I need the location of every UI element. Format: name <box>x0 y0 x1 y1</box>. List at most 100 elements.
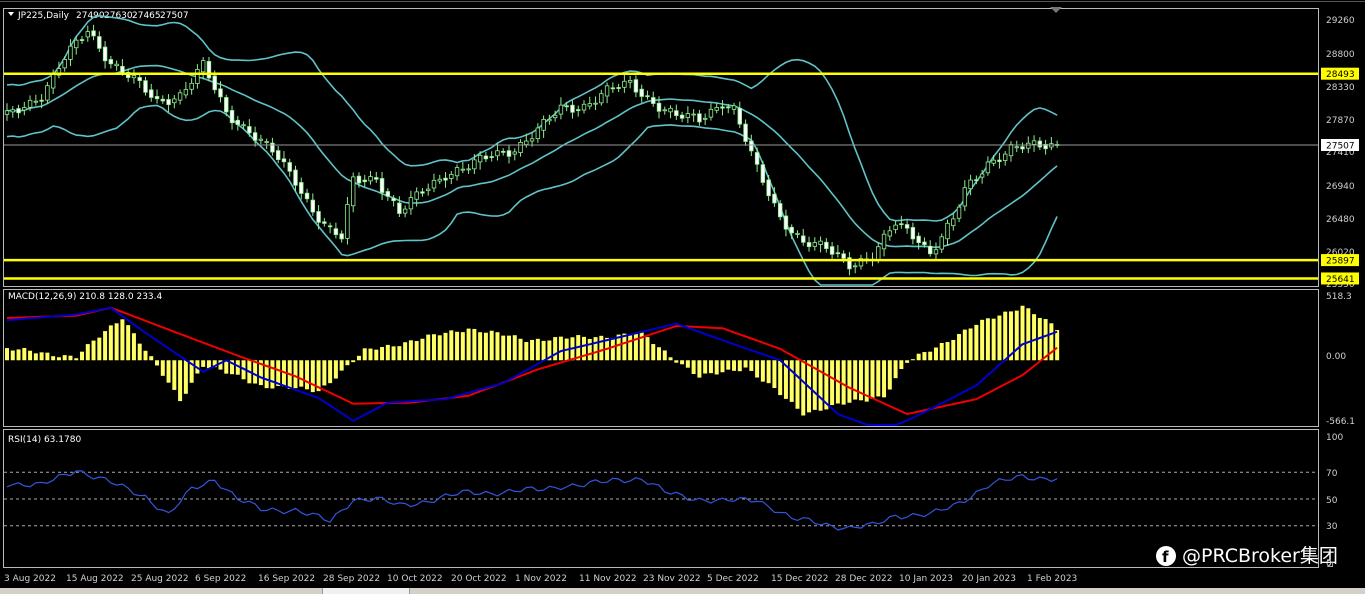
bull-candle-body <box>991 159 996 164</box>
bear-candle-body <box>997 159 1002 162</box>
macd-histogram-bar <box>10 350 15 361</box>
macd-histogram-bar <box>374 349 379 361</box>
macd-histogram-bar <box>206 360 211 369</box>
macd-histogram-bar <box>305 360 310 390</box>
bear-candle-body <box>829 246 835 255</box>
bull-candle-body <box>627 80 633 83</box>
macd-histogram-bar <box>945 342 950 361</box>
bull-candle-body <box>414 191 419 200</box>
bear-candle-body <box>149 89 154 98</box>
macd-histogram-bar <box>333 360 338 379</box>
macd-histogram-bar <box>905 360 910 363</box>
macd-histogram-bar <box>460 332 465 361</box>
macd-histogram-bar <box>201 360 206 367</box>
bull-candle-body <box>27 99 33 108</box>
bull-candle-body <box>962 187 968 207</box>
bear-candle-body <box>749 140 754 152</box>
bear-candle-body <box>229 110 235 124</box>
bear-candle-body <box>327 225 333 228</box>
macd-histogram-bar <box>968 328 973 361</box>
bull-candle-body <box>599 93 604 104</box>
bear-candle-body <box>224 97 229 113</box>
trading-chart[interactable]: JP225,Daily 27490 27630 27465 27507 2926… <box>0 0 1365 594</box>
macd-histogram-bar <box>587 338 592 361</box>
bull-candle-body <box>449 173 454 179</box>
time-tick-label: 10 Oct 2022 <box>387 574 443 584</box>
macd-histogram-bar <box>985 318 990 361</box>
macd-histogram-bar <box>622 333 627 361</box>
macd-histogram-bar <box>449 330 454 361</box>
macd-histogram-bar <box>639 331 644 361</box>
macd-histogram-bar <box>68 355 73 361</box>
bull-candle-body <box>50 72 56 89</box>
bear-candle-body <box>322 221 327 224</box>
macd-histogram-bar <box>103 331 108 361</box>
macd-histogram-bar <box>991 318 996 361</box>
macd-histogram-bar <box>455 331 460 361</box>
macd-histogram-bar <box>535 338 540 361</box>
macd-histogram-bar <box>957 333 962 361</box>
bull-candle-body <box>85 31 90 38</box>
bull-candle-body <box>477 154 483 163</box>
macd-histogram-bar <box>270 360 275 389</box>
bull-candle-body <box>495 150 500 157</box>
price-close: 27507 <box>160 11 189 21</box>
bull-candle-body <box>200 60 206 73</box>
bear-candle-body <box>137 77 142 81</box>
bull-candle-body <box>189 82 194 90</box>
chart-tab[interactable] <box>322 588 410 594</box>
bull-candle-body <box>887 230 893 237</box>
bear-candle-body <box>824 241 829 249</box>
bull-candle-body <box>812 242 817 247</box>
bear-candle-body <box>576 109 581 112</box>
bear-candle-body <box>304 192 310 200</box>
bull-candle-body <box>4 110 10 115</box>
macd-histogram-bar <box>1020 305 1025 361</box>
bear-candle-body <box>674 110 679 116</box>
macd-histogram-bar <box>795 360 800 409</box>
macd-histogram-bar <box>495 332 500 361</box>
bull-candle-body <box>408 197 414 210</box>
bear-candle-body <box>293 169 298 186</box>
macd-histogram-bar <box>847 360 852 403</box>
bear-candle-body <box>916 235 921 244</box>
bull-candle-body <box>593 102 598 105</box>
bear-candle-body <box>720 106 725 109</box>
macd-histogram-bar <box>483 332 488 361</box>
macd-histogram-bar <box>155 360 160 366</box>
time-tick-label: 16 Sep 2022 <box>258 574 315 584</box>
bull-candle-body <box>581 103 587 111</box>
macd-histogram-bar <box>62 355 67 361</box>
bull-candle-body <box>691 113 696 116</box>
macd-histogram-bar <box>558 336 563 361</box>
macd-histogram-bar <box>328 360 333 384</box>
time-tick-label: 28 Sep 2022 <box>323 574 380 584</box>
macd-histogram-bar <box>91 340 96 361</box>
bear-candle-body <box>356 175 362 184</box>
bear-candle-body <box>697 113 702 123</box>
bear-candle-body <box>102 46 108 62</box>
time-axis: 3 Aug 2022 15 Aug 2022 25 Aug 2022 6 Sep… <box>4 574 1077 584</box>
macd-tick-label: -566.1 <box>1326 417 1355 427</box>
bear-candle-body <box>501 150 506 153</box>
macd-histogram-bar <box>951 339 956 361</box>
bear-candle-body <box>783 215 789 230</box>
bull-candle-body <box>541 119 546 131</box>
macd-histogram-bar <box>674 360 679 363</box>
bull-candle-body <box>968 179 973 189</box>
macd-histogram-bar <box>126 325 131 361</box>
time-tick-label: 1 Feb 2023 <box>1027 574 1077 584</box>
bear-candle-body <box>420 191 425 194</box>
bull-candle-body <box>402 208 408 214</box>
bear-candle-body <box>679 114 685 119</box>
macd-histogram-bar <box>22 347 27 361</box>
macd-histogram-bar <box>512 335 517 361</box>
bull-candle-body <box>1026 142 1031 149</box>
time-tick-label: 20 Jan 2023 <box>962 574 1016 584</box>
bull-candle-body <box>893 224 898 230</box>
macd-histogram-bar <box>593 337 598 361</box>
bear-candle-body <box>639 88 644 97</box>
bear-candle-body <box>737 107 742 125</box>
bull-candle-body <box>979 173 985 178</box>
resize-grip-icon[interactable]: ⊿ <box>1326 559 1334 570</box>
